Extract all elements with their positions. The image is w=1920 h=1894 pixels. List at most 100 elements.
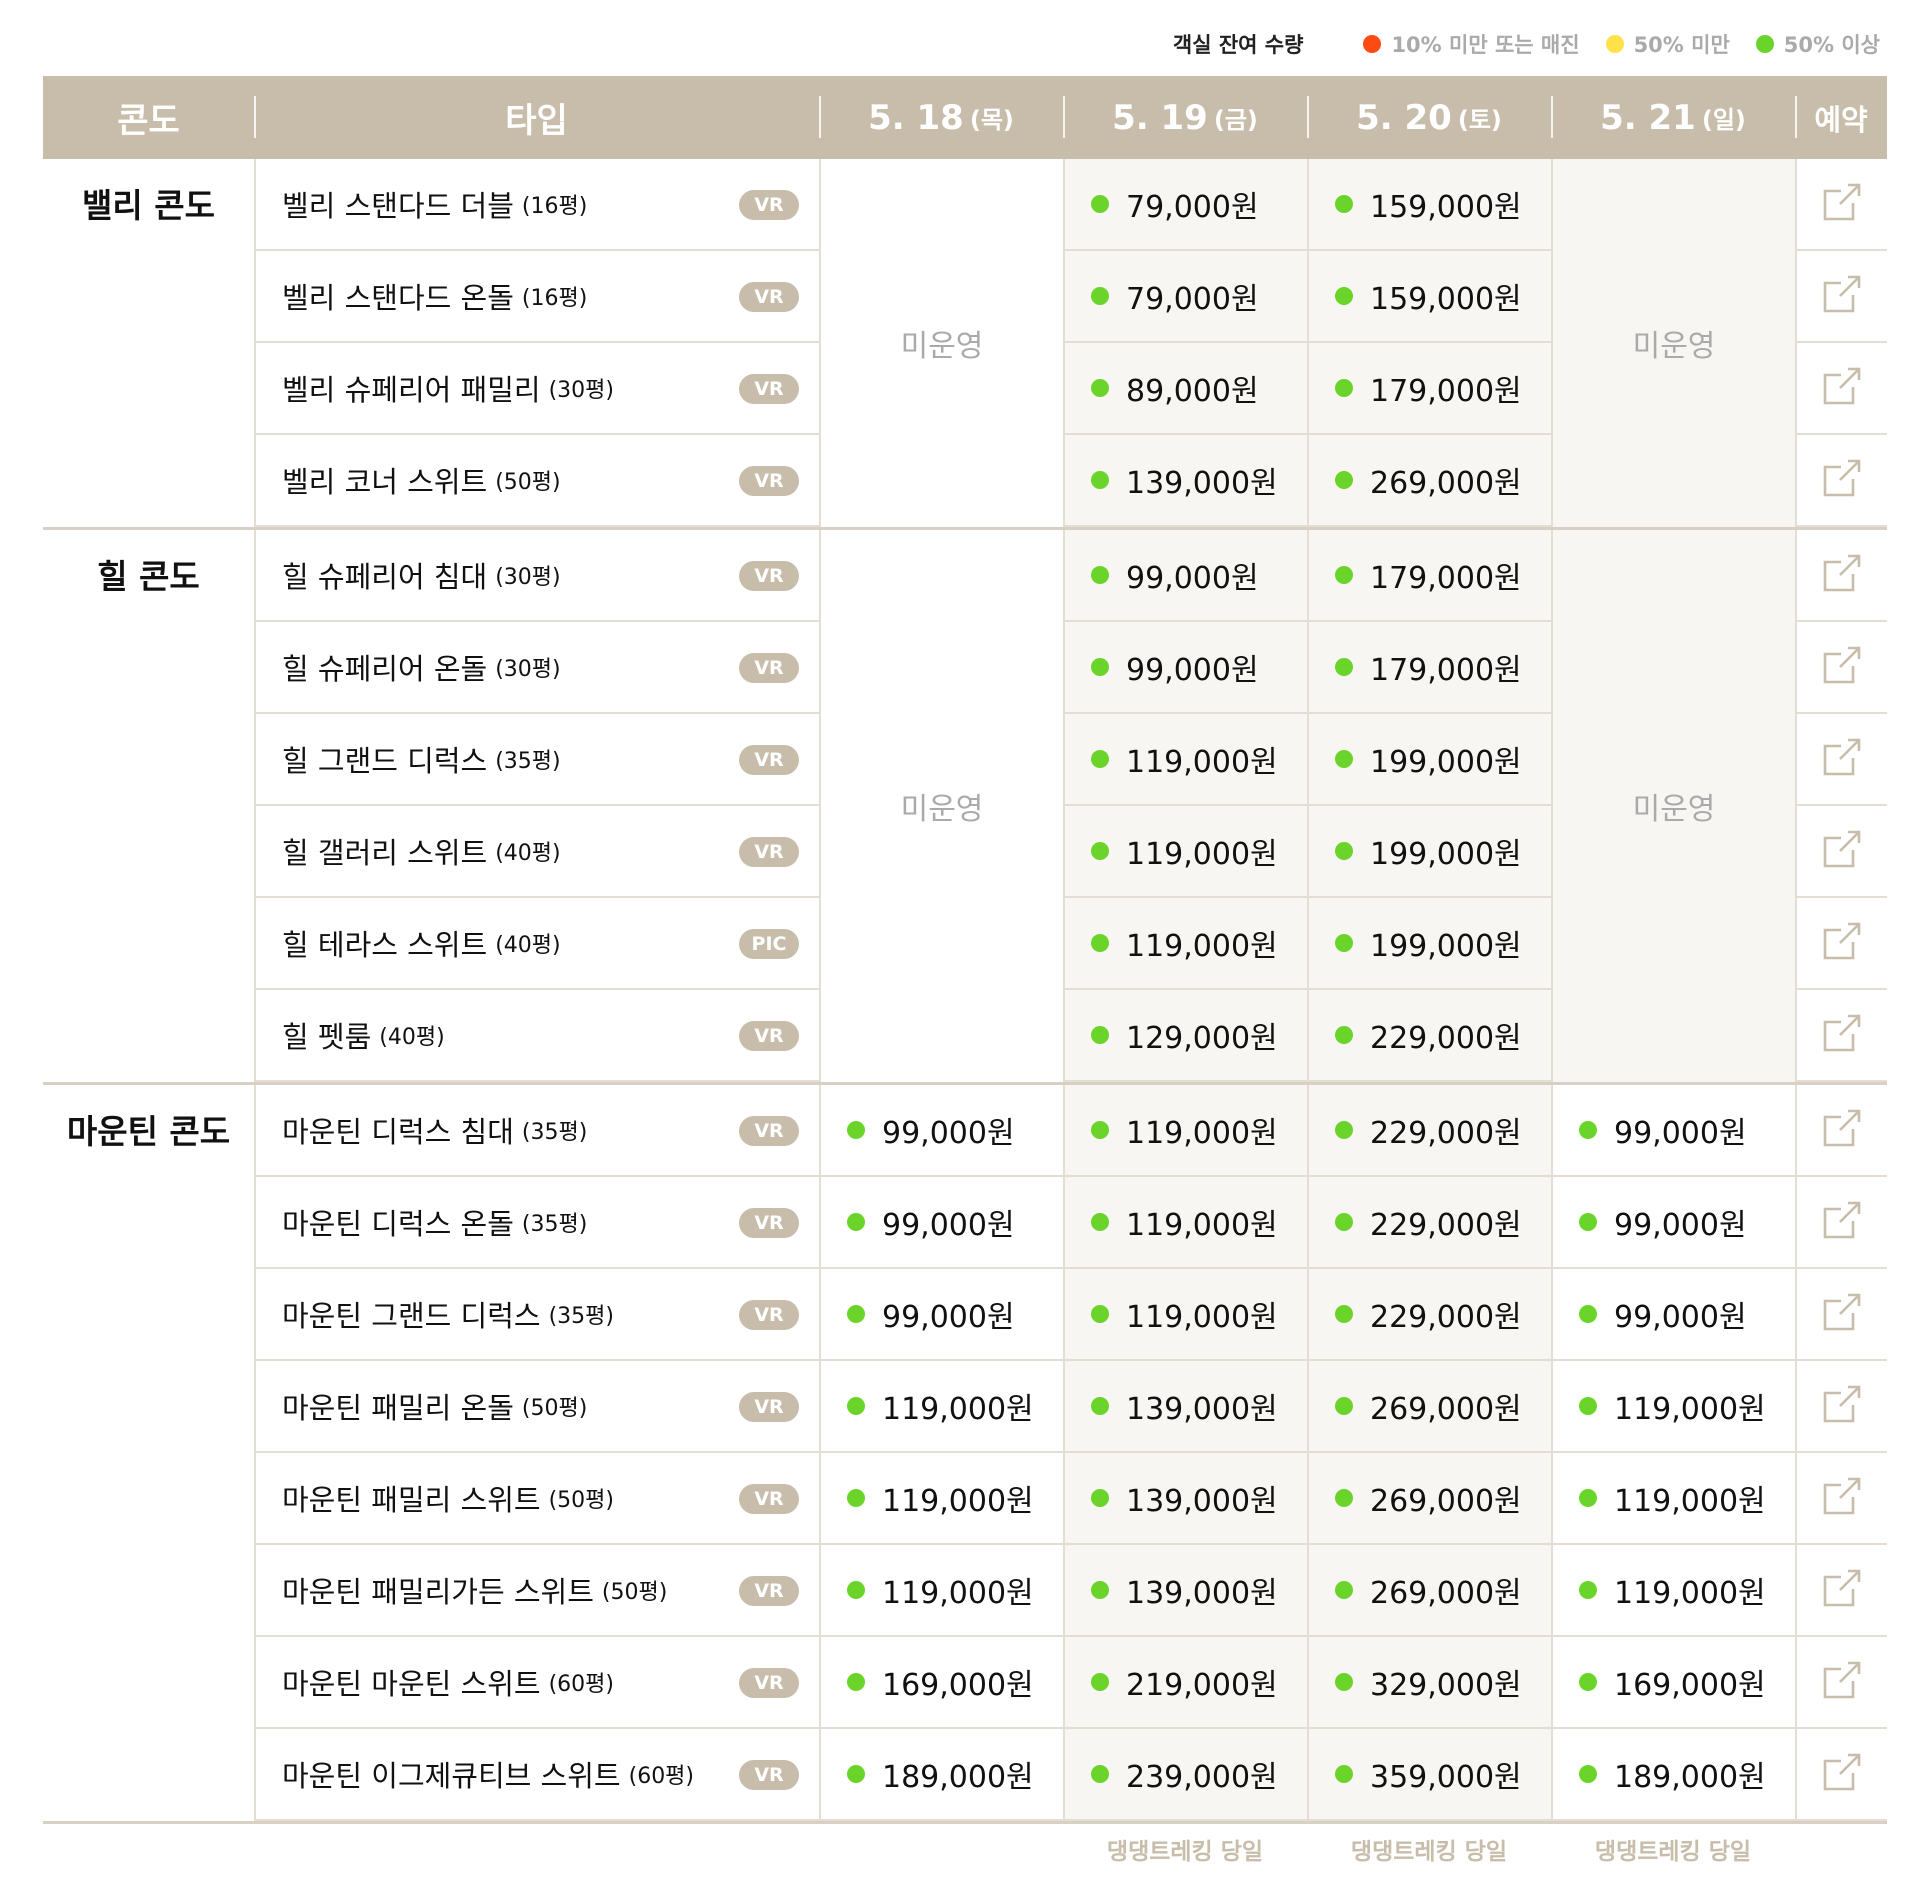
booking-link-button[interactable]: [1795, 1637, 1887, 1729]
booking-link-button[interactable]: [1795, 1361, 1887, 1453]
room-type-cell: 마운틴 디럭스 온돌 (35평) VR: [254, 1177, 819, 1269]
external-link-icon: [1822, 458, 1862, 502]
availability-dot-icon: [1335, 1397, 1353, 1415]
booking-link-button[interactable]: [1795, 898, 1887, 990]
external-link-icon: [1822, 1200, 1862, 1244]
room-type-cell: 마운틴 마운틴 스위트 (60평) VR: [254, 1637, 819, 1729]
vr-badge[interactable]: VR: [739, 1116, 799, 1146]
price-cell: 119,000원: [1551, 1545, 1795, 1637]
availability-dot-icon: [1579, 1765, 1597, 1783]
room-type-name: 마운틴 이그제큐티브 스위트: [282, 1759, 621, 1793]
booking-link-button[interactable]: [1795, 622, 1887, 714]
vr-badge[interactable]: VR: [739, 1760, 799, 1790]
price-value: 139,000원: [1126, 1576, 1278, 1611]
not-operating-cell: 미운영: [1551, 159, 1795, 527]
availability-dot-icon: [847, 1765, 865, 1783]
availability-dot-icon: [847, 1581, 865, 1599]
availability-dot-icon: [1335, 1026, 1353, 1044]
price-value: 189,000원: [1614, 1760, 1766, 1795]
price-cell: 139,000원: [1063, 1545, 1307, 1637]
booking-link-button[interactable]: [1795, 251, 1887, 343]
price-value: 79,000원: [1126, 282, 1259, 317]
condo-group: 힐 콘도 힐 슈페리어 침대 (30평) VR 99,000원 179,000원 힐 슈페리…: [43, 530, 1887, 1085]
price-value: 119,000원: [1126, 1300, 1278, 1335]
vr-badge[interactable]: VR: [739, 653, 799, 683]
header-date: 5. 18: [868, 97, 964, 138]
price-cell: 229,000원: [1307, 1085, 1551, 1177]
room-type-name: 힐 갤러리 스위트: [282, 836, 488, 870]
header-date-1: 5. 18 (목): [819, 76, 1063, 159]
vr-badge[interactable]: VR: [739, 282, 799, 312]
booking-link-button[interactable]: [1795, 1269, 1887, 1361]
price-cell: 269,000원: [1307, 1545, 1551, 1637]
price-cell: 119,000원: [1551, 1361, 1795, 1453]
room-size: (30평): [548, 378, 614, 403]
availability-dot-icon: [847, 1673, 865, 1691]
price-value: 169,000원: [882, 1668, 1034, 1703]
price-value: 89,000원: [1126, 374, 1259, 409]
vr-badge[interactable]: VR: [739, 1300, 799, 1330]
price-value: 269,000원: [1370, 1576, 1522, 1611]
price-value: 119,000원: [882, 1576, 1034, 1611]
vr-badge[interactable]: VR: [739, 1392, 799, 1422]
price-value: 99,000원: [882, 1208, 1015, 1243]
booking-link-button[interactable]: [1795, 343, 1887, 435]
price-value: 139,000원: [1126, 466, 1278, 501]
price-value: 99,000원: [882, 1116, 1015, 1151]
booking-link-button[interactable]: [1795, 435, 1887, 527]
header-day: (토): [1457, 106, 1502, 134]
room-type-name: 벨리 스탠다드 온돌: [282, 281, 514, 315]
vr-badge[interactable]: VR: [739, 1668, 799, 1698]
vr-badge[interactable]: VR: [739, 466, 799, 496]
external-link-icon: [1822, 921, 1862, 965]
external-link-icon: [1822, 1660, 1862, 1704]
availability-dot-icon: [1579, 1673, 1597, 1691]
booking-link-button[interactable]: [1795, 1085, 1887, 1177]
booking-link-button[interactable]: [1795, 159, 1887, 251]
vr-badge[interactable]: VR: [739, 1484, 799, 1514]
booking-link-button[interactable]: [1795, 530, 1887, 622]
booking-link-button[interactable]: [1795, 1453, 1887, 1545]
price-cell: 179,000원: [1307, 343, 1551, 435]
booking-link-button[interactable]: [1795, 714, 1887, 806]
booking-link-button[interactable]: [1795, 806, 1887, 898]
price-value: 139,000원: [1126, 1392, 1278, 1427]
vr-badge[interactable]: VR: [739, 374, 799, 404]
pic-badge[interactable]: PIC: [739, 929, 799, 959]
room-type-name: 마운틴 디럭스 온돌: [282, 1207, 514, 1241]
header-date-2: 5. 19 (금): [1063, 76, 1307, 159]
booking-link-button[interactable]: [1795, 1177, 1887, 1269]
table-row: 마운틴 패밀리가든 스위트 (50평) VR 119,000원 139,000원 269,…: [43, 1545, 1887, 1637]
booking-link-button[interactable]: [1795, 990, 1887, 1082]
external-link-icon: [1822, 182, 1862, 226]
vr-badge[interactable]: VR: [739, 1021, 799, 1051]
price-cell: 119,000원: [1063, 1085, 1307, 1177]
price-cell: 189,000원: [1551, 1729, 1795, 1821]
booking-link-button[interactable]: [1795, 1545, 1887, 1637]
price-value: 119,000원: [1614, 1576, 1766, 1611]
room-type-cell: 벨리 코너 스위트 (50평) VR: [254, 435, 819, 527]
availability-dot-icon: [1091, 379, 1109, 397]
room-size: (60평): [628, 1764, 695, 1789]
footnote: 댕댕트레킹 당일: [1106, 1839, 1264, 1865]
vr-badge[interactable]: VR: [739, 1208, 799, 1238]
room-type-name: 벨리 코너 스위트: [282, 465, 488, 499]
vr-badge[interactable]: VR: [739, 745, 799, 775]
price-value: 269,000원: [1370, 1484, 1522, 1519]
vr-badge[interactable]: VR: [739, 1576, 799, 1606]
room-type-name: 힐 테라스 스위트: [282, 928, 488, 962]
price-cell: 159,000원: [1307, 159, 1551, 251]
vr-badge[interactable]: VR: [739, 561, 799, 591]
vr-badge[interactable]: VR: [739, 190, 799, 220]
yellow-dot-icon: [1605, 35, 1624, 53]
availability-dot-icon: [1091, 195, 1109, 213]
price-cell: 169,000원: [819, 1637, 1063, 1729]
booking-link-button[interactable]: [1795, 1729, 1887, 1821]
price-cell: 139,000원: [1063, 1361, 1307, 1453]
price-value: 269,000원: [1370, 466, 1522, 501]
external-link-icon: [1822, 274, 1862, 318]
header-day: (금): [1213, 106, 1258, 134]
room-type-cell: 힐 슈페리어 침대 (30평) VR: [254, 530, 819, 622]
external-link-icon: [1822, 645, 1862, 689]
vr-badge[interactable]: VR: [739, 837, 799, 867]
